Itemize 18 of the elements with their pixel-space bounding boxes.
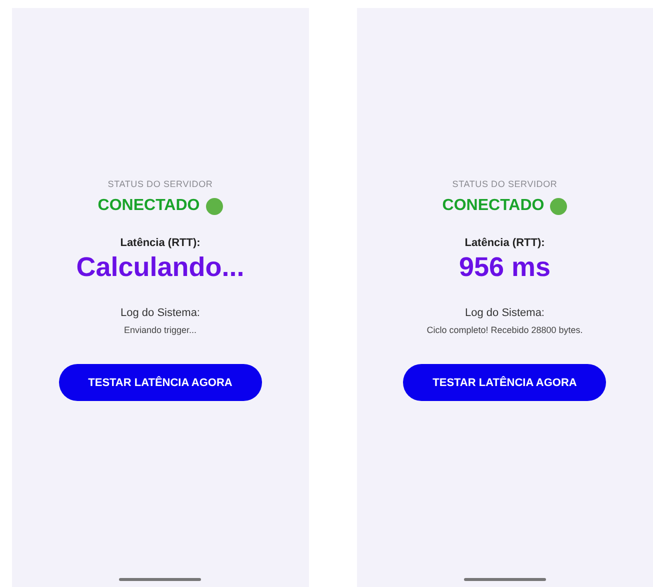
log-label: Log do Sistema:: [120, 307, 200, 319]
log-message: Enviando trigger...: [124, 325, 197, 335]
test-latency-button[interactable]: TESTAR LATÊNCIA AGORA: [58, 364, 262, 401]
status-dot: [206, 198, 223, 214]
status-text: CONECTADO: [98, 197, 200, 215]
latency-label: Latência (RTT):: [464, 237, 545, 249]
latency-label: Latência (RTT):: [120, 237, 200, 249]
log-label: Log do Sistema:: [465, 307, 544, 319]
latency-value: Calculando...: [76, 252, 244, 283]
test-latency-button[interactable]: TESTAR LATÊNCIA AGORA: [403, 364, 606, 401]
status-label: STATUS DO SERVIDOR: [108, 179, 213, 189]
log-message: Ciclo completo! Recebido 28800 bytes.: [426, 325, 583, 335]
status-label: STATUS DO SERVIDOR: [452, 179, 558, 189]
status-dot: [550, 198, 568, 214]
home-indicator[interactable]: [464, 578, 546, 581]
status-text: CONECTADO: [442, 197, 544, 215]
home-indicator[interactable]: [119, 578, 202, 581]
latency-value: 956 ms: [458, 252, 551, 283]
